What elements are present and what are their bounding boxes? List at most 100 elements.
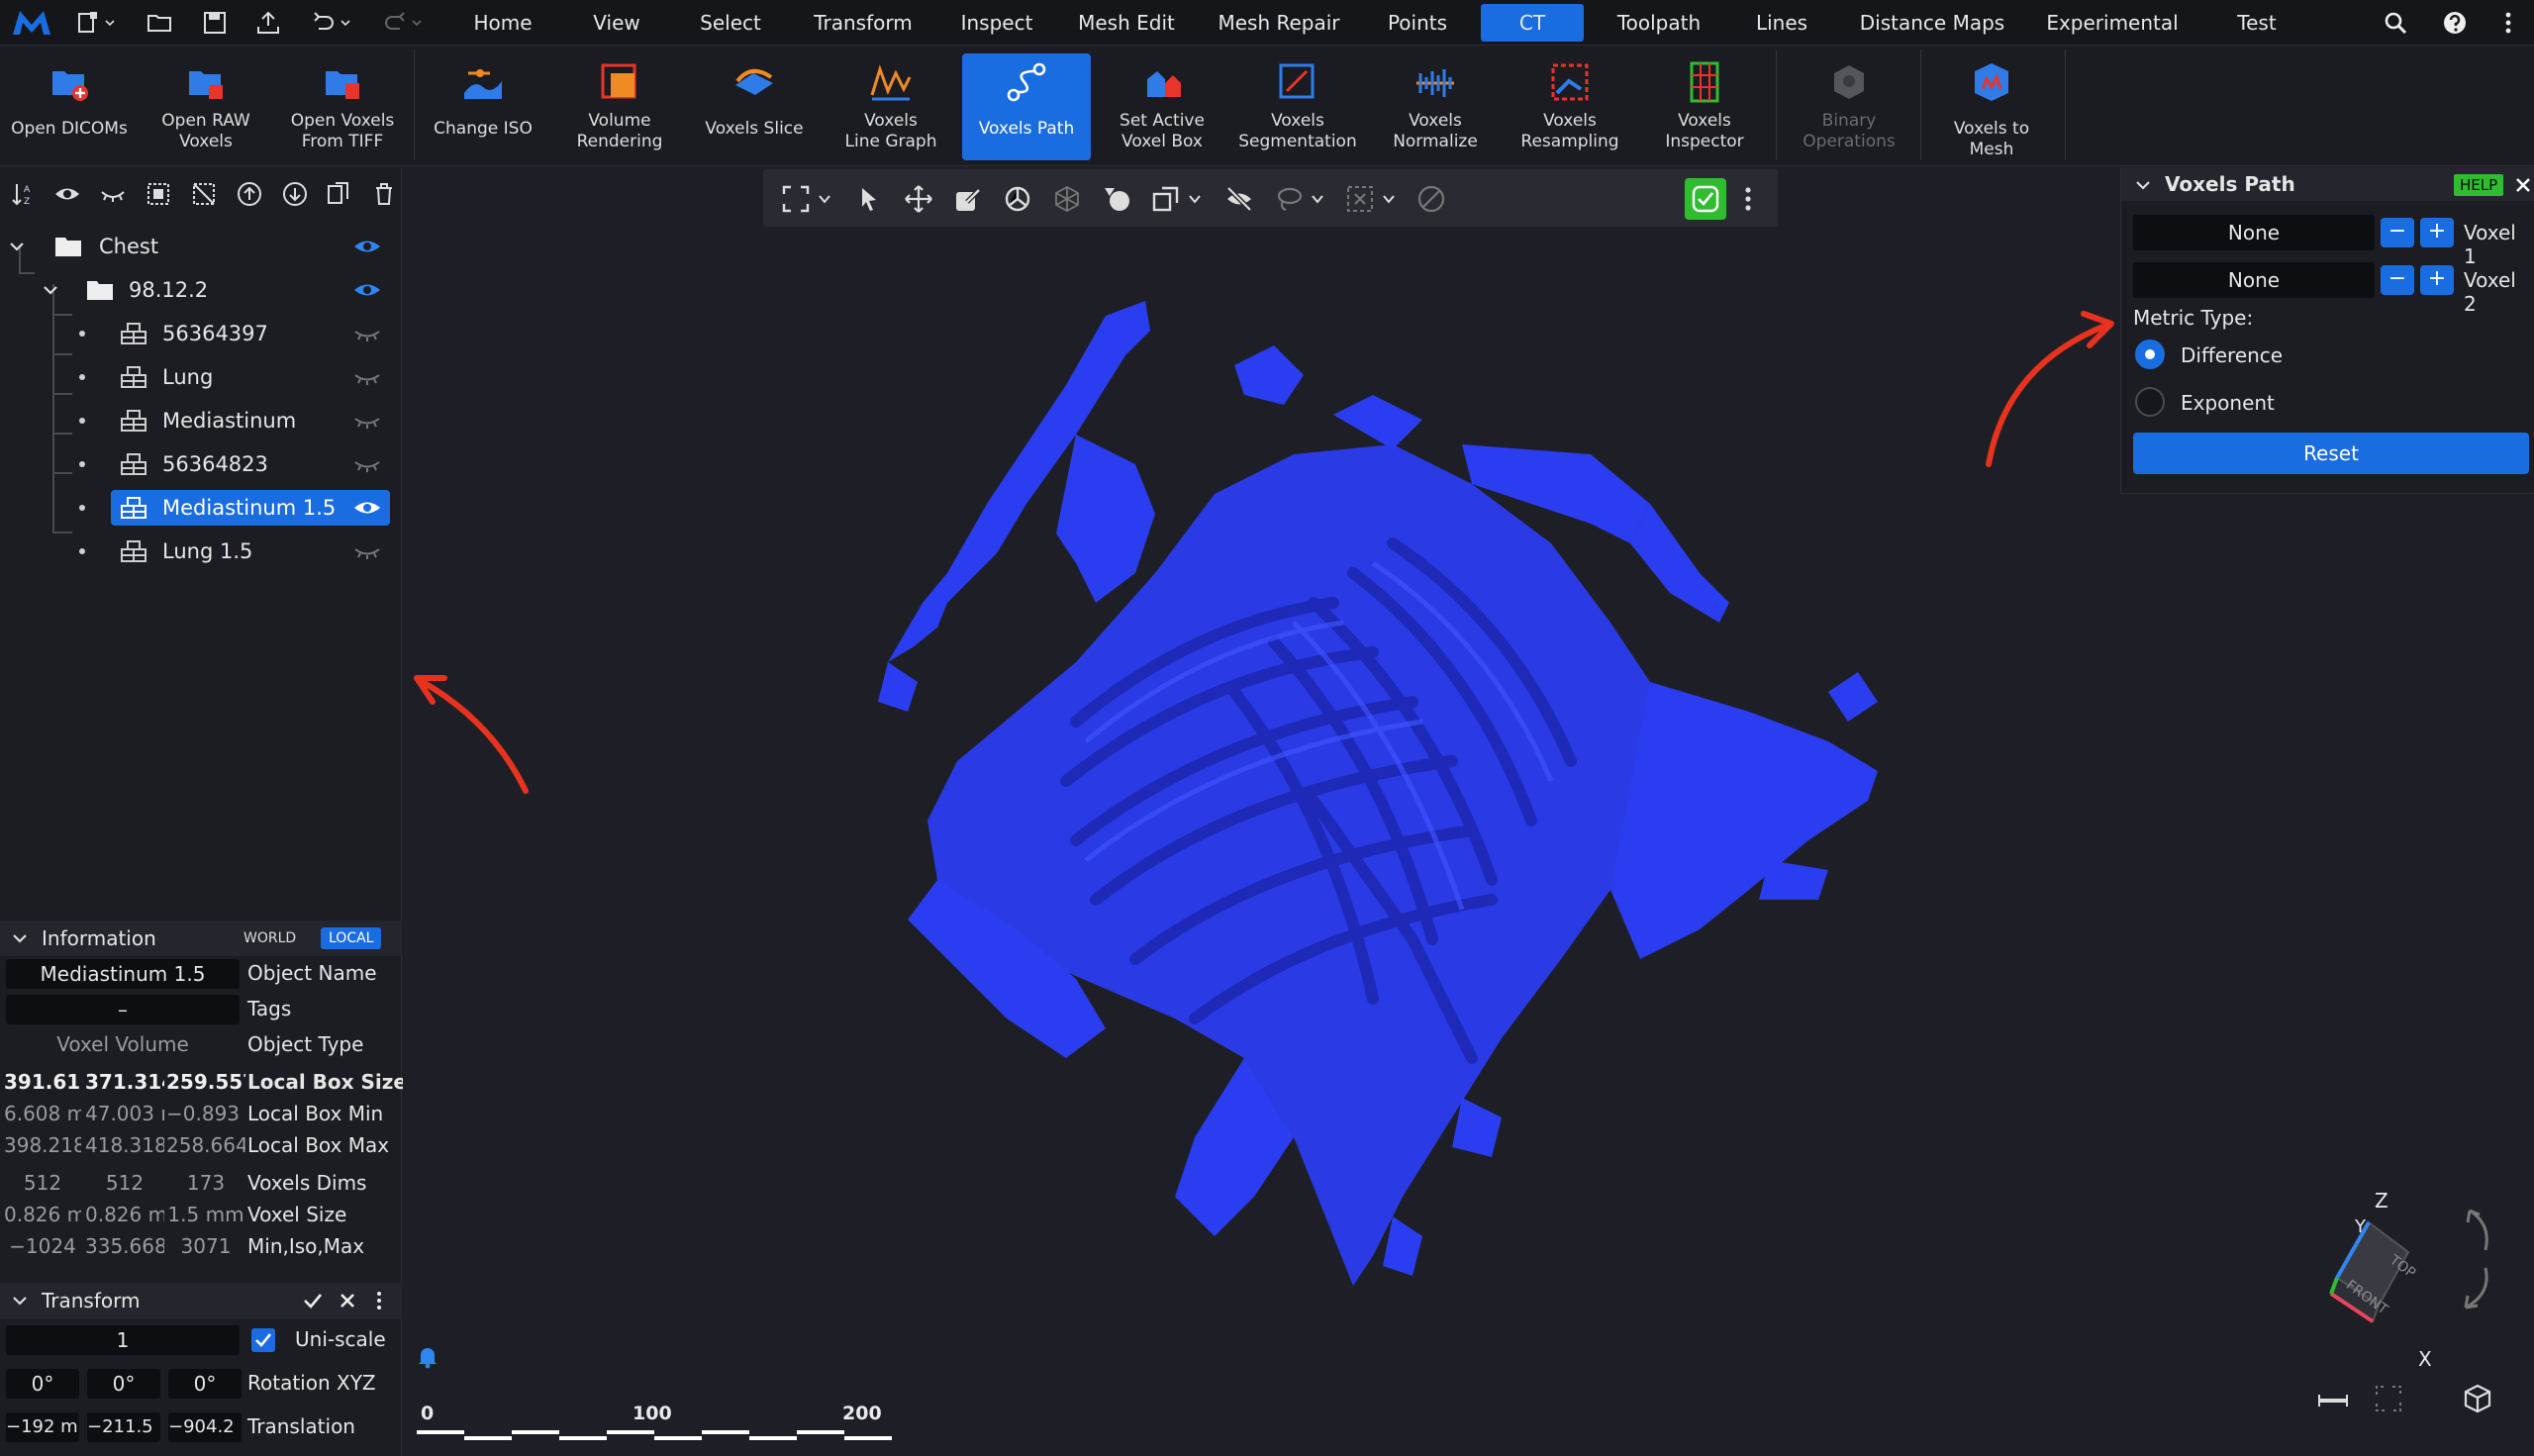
move-down-icon[interactable] xyxy=(281,180,309,208)
mesh-wireframe-icon[interactable] xyxy=(1052,184,1082,214)
tags-field[interactable]: – xyxy=(6,995,240,1024)
fit-selection-icon[interactable] xyxy=(2373,1383,2404,1414)
hide-eye-icon[interactable] xyxy=(1224,184,1254,214)
binary-operations-button[interactable]: Binary Operations xyxy=(1788,53,1910,160)
measure-icon[interactable] xyxy=(2317,1391,2349,1410)
menu-inspect[interactable]: Inspect xyxy=(954,0,1039,46)
notification-bell-icon[interactable] xyxy=(417,1345,439,1369)
pan-icon[interactable] xyxy=(904,184,933,214)
tree-item-56364823[interactable]: 56364823 xyxy=(0,444,402,484)
exponent-label[interactable]: Exponent xyxy=(2181,391,2275,415)
difference-label[interactable]: Difference xyxy=(2181,343,2283,367)
difference-radio[interactable] xyxy=(2135,340,2165,369)
move-up-icon[interactable] xyxy=(236,180,263,208)
show-all-icon[interactable] xyxy=(53,180,81,208)
menu-mesh-repair[interactable]: Mesh Repair xyxy=(1214,0,1344,46)
chevron-down-icon[interactable] xyxy=(2135,177,2151,193)
local-toggle[interactable]: LOCAL xyxy=(321,927,382,949)
redo-button[interactable] xyxy=(382,7,422,39)
edit-selection-icon[interactable] xyxy=(953,184,983,214)
voxels-line-graph-button[interactable]: Voxels Line Graph xyxy=(833,53,948,160)
duplicate-icon[interactable] xyxy=(325,180,352,208)
rotate-view-arrows-icon[interactable] xyxy=(2458,1205,2497,1313)
open-dicoms-button[interactable]: Open DICOMs xyxy=(6,53,133,160)
search-icon[interactable] xyxy=(2382,9,2409,37)
voxel2-plus-button[interactable]: + xyxy=(2420,265,2454,295)
voxels-to-mesh-button[interactable]: Voxels to Mesh xyxy=(1930,53,2053,160)
change-iso-button[interactable]: Change ISO xyxy=(426,53,540,160)
hidden-eye-icon[interactable] xyxy=(352,453,382,475)
more-icon[interactable] xyxy=(374,1291,384,1310)
help-badge[interactable]: HELP xyxy=(2454,174,2504,196)
information-header[interactable]: Information WORLD LOCAL xyxy=(0,921,402,956)
disabled-icon[interactable] xyxy=(1416,184,1446,214)
menu-mesh-edit[interactable]: Mesh Edit xyxy=(1075,0,1178,46)
menu-test[interactable]: Test xyxy=(2229,0,2285,46)
visible-eye-icon[interactable] xyxy=(352,497,382,519)
chevron-down-icon[interactable] xyxy=(1189,193,1201,205)
more-icon[interactable] xyxy=(1741,184,1755,214)
exponent-radio[interactable] xyxy=(2135,387,2165,417)
chevron-down-icon[interactable] xyxy=(12,930,28,946)
tree-item-lung-1-5[interactable]: Lung 1.5 xyxy=(0,532,402,571)
tree-item-mediastinum-1-5[interactable]: Mediastinum 1.5 xyxy=(0,488,402,528)
reset-button[interactable]: Reset xyxy=(2133,433,2529,474)
rotate-icon[interactable] xyxy=(1003,184,1032,214)
orientation-cube[interactable] xyxy=(2309,1187,2438,1365)
uniscale-field[interactable]: 1 xyxy=(6,1325,240,1355)
open-raw-voxels-button[interactable]: Open RAW Voxels xyxy=(148,53,263,160)
voxels-resampling-button[interactable]: Voxels Resampling xyxy=(1512,53,1627,160)
world-toggle[interactable]: WORLD xyxy=(236,927,304,949)
uniscale-checkbox[interactable] xyxy=(251,1328,275,1352)
chevron-down-icon[interactable] xyxy=(1312,193,1323,205)
menu-distance-maps[interactable]: Distance Maps xyxy=(1855,0,2009,46)
menu-transform[interactable]: Transform xyxy=(804,0,923,46)
duplicate-view-icon[interactable] xyxy=(1151,184,1181,214)
new-file-button[interactable] xyxy=(75,7,115,39)
close-icon[interactable] xyxy=(2515,177,2531,193)
menu-select[interactable]: Select xyxy=(693,0,768,46)
open-voxels-tiff-button[interactable]: Open Voxels From TIFF xyxy=(281,53,404,160)
hidden-eye-icon[interactable] xyxy=(352,410,382,432)
voxels-normalize-button[interactable]: Voxels Normalize xyxy=(1378,53,1493,160)
translation-y-field[interactable]: −211.5 n xyxy=(87,1412,160,1442)
lasso-icon[interactable] xyxy=(1274,184,1304,214)
hidden-eye-icon[interactable] xyxy=(352,540,382,562)
menu-lines[interactable]: Lines xyxy=(1752,0,1811,46)
help-icon[interactable] xyxy=(2441,9,2469,37)
voxel1-minus-button[interactable]: − xyxy=(2381,218,2414,247)
menu-ct[interactable]: CT xyxy=(1481,4,1584,42)
voxel2-field[interactable]: None xyxy=(2133,262,2375,298)
tree-item-98-12-2[interactable]: 98.12.2 xyxy=(0,270,402,310)
select-all-icon[interactable] xyxy=(145,180,172,208)
set-active-voxel-box-button[interactable]: Set Active Voxel Box xyxy=(1105,53,1219,160)
hidden-eye-icon[interactable] xyxy=(352,366,382,388)
more-icon[interactable] xyxy=(2498,9,2518,37)
chevron-down-icon[interactable] xyxy=(8,239,26,254)
voxels-segmentation-button[interactable]: Voxels Segmentation xyxy=(1237,53,1358,160)
tree-item-56364397[interactable]: 56364397 xyxy=(0,314,402,353)
hide-all-icon[interactable] xyxy=(99,180,127,208)
apply-check-icon[interactable] xyxy=(303,1292,323,1310)
translation-z-field[interactable]: −904.2 n xyxy=(168,1412,242,1442)
chevron-down-icon[interactable] xyxy=(42,282,59,298)
export-button[interactable] xyxy=(255,7,281,39)
chevron-down-icon[interactable] xyxy=(819,193,830,205)
voxel1-field[interactable]: None xyxy=(2133,215,2375,250)
open-folder-button[interactable] xyxy=(146,7,172,39)
chevron-down-icon[interactable] xyxy=(12,1293,28,1309)
hidden-eye-icon[interactable] xyxy=(352,323,382,344)
sort-icon[interactable]: AZ xyxy=(10,180,38,208)
pointer-icon[interactable] xyxy=(854,184,884,214)
undo-button[interactable] xyxy=(311,7,350,39)
menu-points[interactable]: Points xyxy=(1378,0,1457,46)
visible-eye-icon[interactable] xyxy=(352,279,382,301)
tree-item-chest[interactable]: Chest xyxy=(0,227,402,266)
menu-experimental[interactable]: Experimental xyxy=(2043,0,2182,46)
voxel1-plus-button[interactable]: + xyxy=(2420,218,2454,247)
deselect-icon[interactable] xyxy=(190,180,218,208)
translation-x-field[interactable]: −192 mn xyxy=(6,1412,79,1442)
confirm-button[interactable] xyxy=(1685,178,1726,220)
voxels-inspector-button[interactable]: Voxels Inspector xyxy=(1647,53,1762,160)
voxels-path-button[interactable]: Voxels Path xyxy=(962,53,1091,160)
